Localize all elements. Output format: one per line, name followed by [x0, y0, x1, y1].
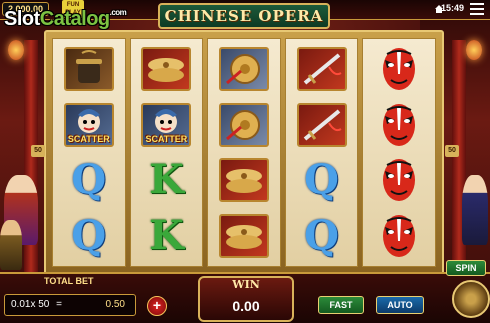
- gong-icon: [218, 102, 269, 147]
- symbol-cymbals: [138, 44, 194, 94]
- symbol-opera-mask: [371, 155, 427, 205]
- bet-lines: 50: [38, 299, 50, 310]
- symbol-letter: Q: [304, 212, 339, 260]
- symbol-letter: K: [149, 212, 184, 260]
- symbol-letter: Q: [304, 156, 339, 204]
- symbol-opera-mask: [371, 44, 427, 94]
- increase-bet-button[interactable]: +: [147, 296, 167, 316]
- symbol-q: Q: [294, 211, 350, 261]
- reel-3: [207, 38, 281, 267]
- scatter-icon: SCATTER: [141, 102, 192, 147]
- cymbals-icon: [141, 46, 192, 91]
- watermark-slot: Slot: [4, 8, 40, 30]
- opera-character-right: [462, 175, 488, 245]
- opera-mask-icon: [383, 159, 416, 202]
- slotcatalog-watermark: SlotCatalog.com: [4, 8, 127, 31]
- menu-icon[interactable]: [470, 3, 484, 15]
- lantern-icon: [466, 40, 482, 60]
- opera-mask-icon: [383, 47, 416, 90]
- cymbals-icon: [218, 214, 269, 259]
- reels-grid: SCATTER Q Q SCATTER K K Q Q: [52, 38, 436, 267]
- symbol-gong: [216, 100, 272, 150]
- reel-5: [362, 38, 436, 267]
- sword-icon: [296, 102, 347, 147]
- symbol-sword: [294, 100, 350, 150]
- sword-icon: [296, 46, 347, 91]
- reel-frame: SCATTER Q Q SCATTER K K Q Q: [44, 30, 444, 275]
- symbol-gong: [216, 44, 272, 94]
- reel-1: SCATTER Q Q: [52, 38, 126, 267]
- gong-icon: [218, 46, 269, 91]
- symbol-scatter: SCATTER: [61, 100, 117, 150]
- symbol-q: Q: [61, 155, 117, 205]
- symbol-sword: [294, 44, 350, 94]
- spin-button[interactable]: [452, 280, 490, 318]
- bet-value: 0.01x: [11, 299, 36, 310]
- watermark-catalog: Catalog: [39, 8, 110, 30]
- symbol-k: K: [138, 211, 194, 261]
- symbol-opera-mask: [371, 211, 427, 261]
- opera-character-left-2: [0, 220, 22, 270]
- lantern-icon: [8, 40, 24, 60]
- symbol-cymbals: [216, 155, 272, 205]
- symbol-q: Q: [294, 155, 350, 205]
- spin-label: SPIN: [446, 260, 486, 276]
- symbol-letter: Q: [71, 156, 107, 204]
- auto-button[interactable]: AUTO: [376, 296, 424, 314]
- bet-equals: =: [56, 299, 62, 310]
- payline-marker-left: 50: [31, 145, 45, 157]
- cymbals-icon: [218, 158, 269, 203]
- clock: 15:49: [440, 3, 464, 13]
- watermark-dotcom: .com: [109, 8, 127, 17]
- win-label: WIN: [232, 278, 260, 291]
- win-panel: WIN 0.00: [198, 276, 294, 322]
- scatter-label: SCATTER: [67, 133, 110, 144]
- scatter-label: SCATTER: [145, 133, 188, 144]
- win-value: 0.00: [232, 298, 260, 314]
- reel-2: SCATTER K K: [129, 38, 204, 267]
- fast-button[interactable]: FAST: [318, 296, 364, 314]
- reel-4: QQ: [284, 38, 359, 267]
- total-bet-label: TOTAL BET: [44, 276, 94, 286]
- game-stage: 2,000.00 FUN PLAY SlotCatalog.com CHINES…: [0, 0, 490, 323]
- symbol-opera-mask: [371, 100, 427, 150]
- bet-display[interactable]: 0.01x 50 = 0.50: [4, 294, 136, 316]
- symbol-letter: K: [149, 156, 184, 204]
- opera-mask-icon: [383, 103, 416, 146]
- game-title: CHINESE OPERA: [158, 3, 330, 29]
- symbol-cauldron: [61, 44, 117, 94]
- payline-marker-right: 50: [445, 145, 459, 157]
- symbol-q: Q: [61, 211, 117, 261]
- total-bet-value: 0.50: [105, 299, 125, 310]
- scatter-icon: SCATTER: [63, 102, 114, 147]
- symbol-letter: Q: [71, 212, 107, 260]
- symbol-k: K: [138, 155, 194, 205]
- symbol-scatter: SCATTER: [138, 100, 194, 150]
- opera-mask-icon: [383, 215, 416, 258]
- symbol-cymbals: [216, 211, 272, 261]
- cauldron-icon: [63, 46, 114, 91]
